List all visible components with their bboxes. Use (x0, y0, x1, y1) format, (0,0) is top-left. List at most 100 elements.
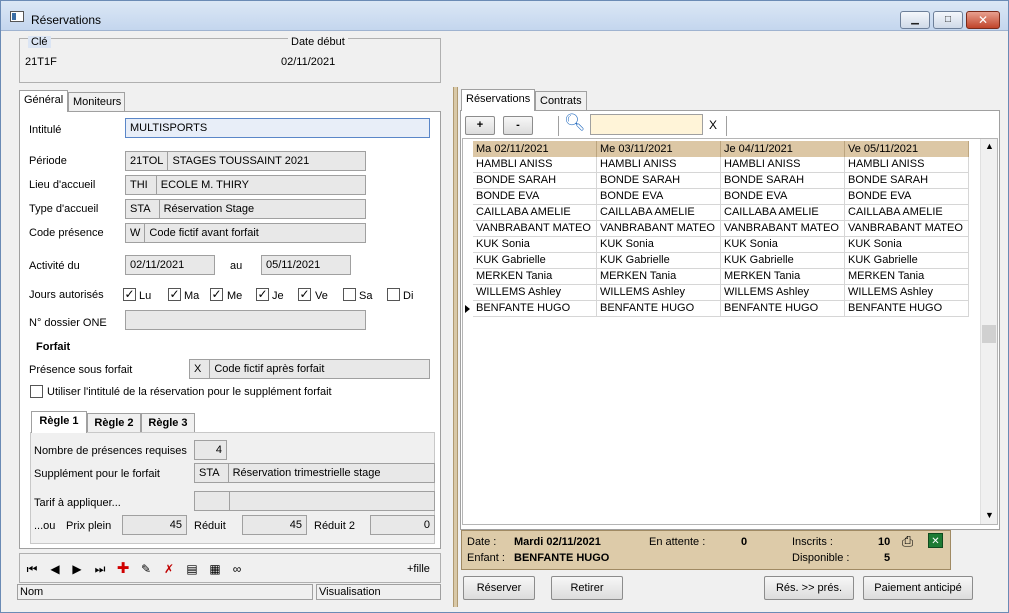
table-cell[interactable]: KUK Gabrielle (845, 253, 969, 269)
table-cell[interactable]: MERKEN Tania (597, 269, 721, 285)
table-cell[interactable]: BONDE EVA (597, 189, 721, 205)
prev-icon[interactable]: ◀ (48, 562, 62, 576)
add-child-link[interactable]: +fille (407, 563, 430, 575)
table-cell[interactable]: BENFANTE HUGO (845, 301, 969, 317)
column-header[interactable]: Je 04/11/2021 (721, 141, 845, 157)
table-cell[interactable]: VANBRABANT MATEO (845, 221, 969, 237)
last-icon[interactable]: ⏭ (93, 562, 107, 576)
table-cell[interactable]: WILLEMS Ashley (845, 285, 969, 301)
activite-from-input[interactable]: 02/11/2021 (125, 255, 215, 275)
clear-search-button[interactable]: X (709, 118, 717, 132)
remove-row-button[interactable]: - (503, 116, 533, 135)
table-row[interactable]: KUK Gabrielle KUK Gabrielle KUK Gabrielle K… (473, 253, 969, 269)
search-input[interactable] (590, 114, 703, 135)
table-cell[interactable]: BONDE SARAH (473, 173, 597, 189)
add-icon[interactable]: ✚ (116, 561, 130, 576)
supplement-field[interactable]: STA Réservation trimestrielle stage (194, 463, 435, 483)
tab-regle-2[interactable]: Règle 2 (87, 413, 141, 433)
table-cell[interactable]: MERKEN Tania (845, 269, 969, 285)
table-row[interactable]: KUK Sonia KUK Sonia KUK Sonia KUK Sonia (473, 237, 969, 253)
tab-regle-3[interactable]: Règle 3 (141, 413, 195, 433)
table-cell[interactable]: KUK Gabrielle (597, 253, 721, 269)
tarif-field[interactable] (194, 491, 435, 511)
tab-reservations[interactable]: Réservations (461, 89, 535, 111)
list-icon[interactable]: ▤ (185, 562, 199, 576)
table-row[interactable]: HAMBLI ANISS HAMBLI ANISS HAMBLI ANISS HAMB… (473, 157, 969, 173)
intitule-input[interactable]: MULTISPORTS (125, 118, 430, 138)
table-cell[interactable]: VANBRABANT MATEO (597, 221, 721, 237)
tab-moniteurs[interactable]: Moniteurs (68, 92, 125, 112)
table-cell[interactable]: MERKEN Tania (473, 269, 597, 285)
paiement-anticipe-button[interactable]: Paiement anticipé (863, 576, 973, 600)
scroll-thumb[interactable] (982, 325, 996, 343)
table-cell[interactable]: KUK Sonia (721, 237, 845, 253)
prix-plein-input[interactable]: 45 (122, 515, 187, 535)
column-header[interactable]: Ve 05/11/2021 (845, 141, 969, 157)
table-cell[interactable]: HAMBLI ANISS (845, 157, 969, 173)
table-cell[interactable]: KUK Gabrielle (721, 253, 845, 269)
table-cell[interactable]: VANBRABANT MATEO (721, 221, 845, 237)
table-cell[interactable]: BONDE EVA (721, 189, 845, 205)
checkbox-je[interactable] (256, 288, 269, 301)
checkbox-me[interactable] (210, 288, 223, 301)
table-row[interactable]: MERKEN Tania MERKEN Tania MERKEN Tania MERK… (473, 269, 969, 285)
table-row[interactable]: WILLEMS Ashley WILLEMS Ashley WILLEMS Ashl… (473, 285, 969, 301)
checkbox-lu[interactable] (123, 288, 136, 301)
tab-regle-1[interactable]: Règle 1 (31, 411, 87, 433)
delete-icon[interactable]: ✗ (162, 562, 176, 576)
checkbox-ma[interactable] (168, 288, 181, 301)
table-cell[interactable]: KUK Sonia (597, 237, 721, 253)
print-icon[interactable]: ▦ (208, 562, 222, 576)
table-cell[interactable]: CAILLABA AMELIE (721, 205, 845, 221)
activite-to-input[interactable]: 05/11/2021 (261, 255, 351, 275)
table-cell[interactable]: BONDE SARAH (721, 173, 845, 189)
excel-export-icon[interactable]: ✕ (928, 533, 943, 548)
periode-field[interactable]: 21TOL STAGES TOUSSAINT 2021 (125, 151, 366, 171)
reduit-input[interactable]: 45 (242, 515, 307, 535)
table-cell[interactable]: CAILLABA AMELIE (597, 205, 721, 221)
table-row[interactable]: BONDE EVA BONDE EVA BONDE EVA BONDE EVA (473, 189, 969, 205)
vertical-splitter[interactable] (453, 87, 458, 607)
first-icon[interactable]: ⏮ (25, 562, 39, 576)
reduit2-input[interactable]: 0 (370, 515, 435, 535)
table-cell[interactable]: VANBRABANT MATEO (473, 221, 597, 237)
maximize-button[interactable]: □ (933, 11, 963, 29)
checkbox-utiliser-intitule[interactable] (30, 385, 43, 398)
table-cell[interactable]: KUK Sonia (473, 237, 597, 253)
reservations-grid[interactable]: Ma 02/11/2021 Me 03/11/2021 Je 04/11/202… (462, 138, 998, 525)
grid-scrollbar[interactable]: ▲ ▼ (980, 139, 997, 524)
table-cell[interactable]: WILLEMS Ashley (721, 285, 845, 301)
nb-presences-input[interactable]: 4 (194, 440, 227, 460)
reserver-button[interactable]: Réserver (463, 576, 535, 600)
table-cell[interactable]: HAMBLI ANISS (473, 157, 597, 173)
lieu-field[interactable]: THI ECOLE M. THIRY (125, 175, 366, 195)
add-row-button[interactable]: + (465, 116, 495, 135)
code-presence-field[interactable]: W Code fictif avant forfait (125, 223, 366, 243)
table-cell[interactable]: CAILLABA AMELIE (473, 205, 597, 221)
table-cell[interactable]: HAMBLI ANISS (721, 157, 845, 173)
checkbox-ve[interactable] (298, 288, 311, 301)
table-cell[interactable]: KUK Sonia (845, 237, 969, 253)
scroll-up-icon[interactable]: ▲ (985, 141, 994, 151)
table-cell[interactable]: BONDE EVA (473, 189, 597, 205)
table-cell[interactable]: BONDE SARAH (597, 173, 721, 189)
tab-contrats[interactable]: Contrats (535, 91, 587, 111)
table-cell[interactable]: WILLEMS Ashley (597, 285, 721, 301)
table-cell[interactable]: BONDE SARAH (845, 173, 969, 189)
dossier-input[interactable] (125, 310, 366, 330)
column-header[interactable]: Me 03/11/2021 (597, 141, 721, 157)
table-cell[interactable]: BENFANTE HUGO (721, 301, 845, 317)
close-button[interactable]: ✕ (966, 11, 1000, 29)
table-cell[interactable]: BENFANTE HUGO (473, 301, 597, 317)
table-row[interactable]: CAILLABA AMELIE CAILLABA AMELIE CAILLABA A… (473, 205, 969, 221)
table-row[interactable]: BENFANTE HUGO BENFANTE HUGO BENFANTE HUGO B… (473, 301, 969, 317)
minimize-button[interactable]: ▁ (900, 11, 930, 29)
link-icon[interactable]: ∞ (230, 562, 244, 576)
table-cell[interactable]: CAILLABA AMELIE (845, 205, 969, 221)
table-row[interactable]: BONDE SARAH BONDE SARAH BONDE SARAH BONDE S… (473, 173, 969, 189)
scroll-down-icon[interactable]: ▼ (985, 510, 994, 520)
tab-general[interactable]: Général (19, 90, 68, 112)
checkbox-sa[interactable] (343, 288, 356, 301)
table-cell[interactable]: BONDE EVA (845, 189, 969, 205)
next-icon[interactable]: ▶ (70, 562, 84, 576)
